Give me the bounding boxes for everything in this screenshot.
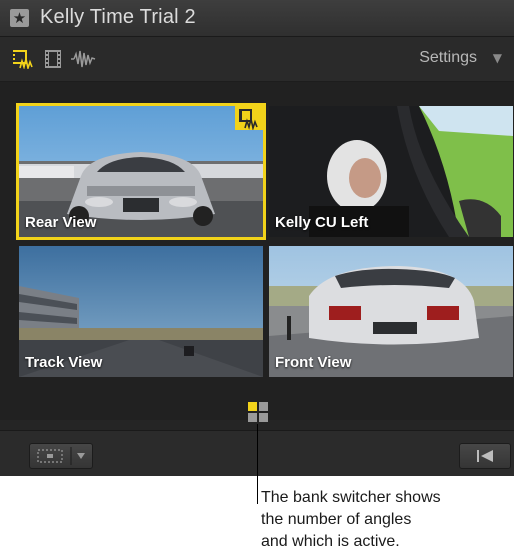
skip-back-icon (477, 450, 493, 462)
bank-cell[interactable] (259, 413, 268, 422)
callout-line-3: and which is active. (261, 533, 400, 550)
window-title: Kelly Time Trial 2 (40, 6, 196, 28)
bank-cell-active[interactable] (248, 402, 257, 411)
star-icon: ★ (10, 9, 29, 27)
video-and-audio-icon (239, 109, 258, 131)
video-and-audio-icon[interactable] (12, 49, 34, 69)
angle-tile-kelly-cu-left[interactable]: Kelly CU Left (269, 106, 513, 237)
angle-viewer: ★ Kelly Time Trial 2 Settings ▼ Rear Vie… (0, 0, 514, 476)
audio-only-icon[interactable] (70, 49, 96, 69)
bank-cell[interactable] (259, 402, 268, 411)
settings-menu[interactable]: Settings (419, 49, 477, 67)
video-only-icon[interactable] (42, 49, 64, 69)
angle-grid: Rear View Kelly CU Left Track View Front… (0, 82, 514, 422)
bank-cell[interactable] (248, 413, 257, 422)
toolbar: Settings ▼ (0, 37, 514, 82)
angle-label: Rear View (25, 214, 97, 231)
angle-label: Kelly CU Left (275, 214, 369, 231)
layout-icon (37, 447, 85, 465)
previous-button[interactable] (459, 443, 511, 469)
active-angle-badge (235, 106, 263, 131)
angle-label: Front View (275, 354, 352, 371)
angle-label: Track View (25, 354, 103, 371)
bank-switcher[interactable] (248, 402, 268, 422)
callout-line-1: The bank switcher shows (261, 489, 441, 506)
callout-line-2: the number of angles (261, 511, 412, 528)
title-bar: ★ Kelly Time Trial 2 (0, 0, 514, 37)
angle-tile-rear-view[interactable]: Rear View (19, 106, 263, 237)
angle-tile-front-view[interactable]: Front View (269, 246, 513, 377)
chevron-down-icon[interactable]: ▼ (493, 51, 502, 65)
viewer-layout-button[interactable] (29, 443, 93, 469)
callout-caption: The bank switcher shows the number of an… (261, 487, 511, 553)
angle-tile-track-view[interactable]: Track View (19, 246, 263, 377)
callout-line (257, 424, 258, 504)
